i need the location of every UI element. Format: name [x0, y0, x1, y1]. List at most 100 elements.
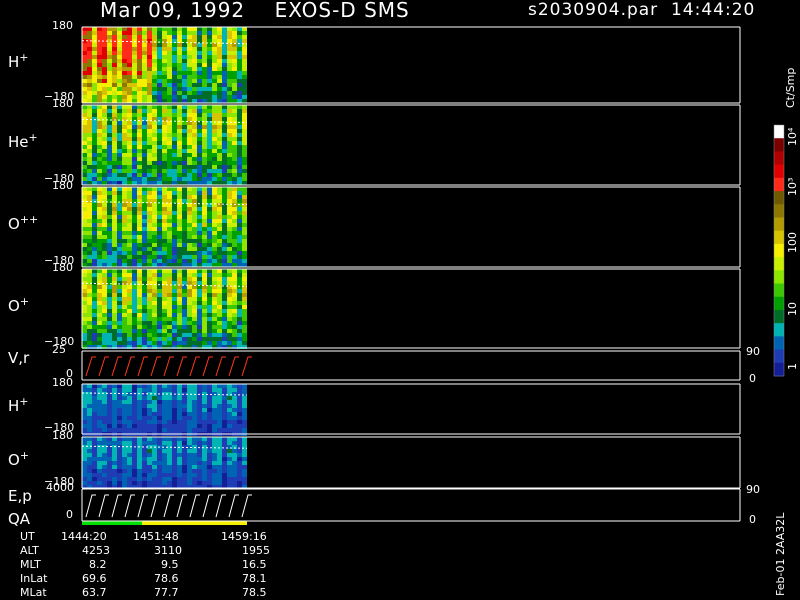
spectrogram-cell — [192, 239, 197, 243]
spectrogram-cell — [92, 223, 97, 227]
spectrogram-cell — [152, 263, 157, 267]
spectrogram-cell — [117, 125, 122, 129]
spectrogram-cell — [82, 165, 87, 169]
spectrogram-cell — [162, 35, 167, 39]
spectrogram-cell — [217, 341, 222, 345]
spectrogram-cell — [97, 269, 102, 273]
spectrogram-cell — [117, 259, 122, 263]
spectrogram-cell — [182, 95, 187, 99]
spectrogram-cell — [212, 449, 217, 453]
spectrogram-cell — [152, 47, 157, 51]
spectrogram-cell — [87, 420, 92, 424]
spectrogram-cell — [242, 199, 247, 203]
spectrogram-cell — [102, 441, 107, 445]
spectrogram-cell — [132, 309, 137, 313]
spectrogram-cell — [132, 121, 137, 125]
spectrogram-cell — [107, 181, 112, 185]
spectrogram-cell — [237, 297, 242, 301]
spectrogram-cell — [242, 83, 247, 87]
spectrogram-cell — [92, 141, 97, 145]
spectrogram-cell — [152, 153, 157, 157]
spectrogram-cell — [87, 305, 92, 309]
spectrogram-cell — [142, 341, 147, 345]
panel-0 — [81, 26, 741, 104]
spectrogram-cell — [152, 465, 157, 469]
spectrogram-cell — [222, 388, 227, 392]
spectrogram-cell — [222, 51, 227, 55]
spectrogram-cell — [132, 95, 137, 99]
spectrogram-cell — [97, 408, 102, 412]
spectrogram-cell — [172, 153, 177, 157]
spectrogram-cell — [197, 388, 202, 392]
spectrogram-cell — [157, 157, 162, 161]
spectrogram-cell — [152, 259, 157, 263]
spectrogram-cell — [117, 473, 122, 477]
spectrogram-cell — [107, 113, 112, 117]
spectrogram-cell — [147, 333, 152, 337]
spectrogram-cell — [157, 341, 162, 345]
spectrogram-cell — [132, 71, 137, 75]
spectrogram-cell — [102, 149, 107, 153]
spectrogram-cell — [97, 157, 102, 161]
spectrogram-cell — [152, 273, 157, 277]
spectrogram-cell — [102, 465, 107, 469]
spectrogram-cell — [192, 79, 197, 83]
spectrogram-cell — [82, 384, 87, 388]
spectrogram-cell — [132, 473, 137, 477]
spectrogram-cell — [97, 424, 102, 428]
spectrogram-cell — [182, 277, 187, 281]
spectrogram-cell — [207, 289, 212, 293]
colorbar-segment — [774, 164, 784, 179]
spectrogram-cell — [157, 187, 162, 191]
spectrogram-cell — [142, 317, 147, 321]
spectrogram-cell — [197, 317, 202, 321]
spectrogram-cell — [212, 437, 217, 441]
spectrogram-cell — [107, 161, 112, 165]
spectrogram-cell — [92, 137, 97, 141]
spectrogram-cell — [207, 161, 212, 165]
spectrogram-cell — [172, 59, 177, 63]
spectrogram-cell — [242, 55, 247, 59]
spectrogram-cell — [97, 329, 102, 333]
spectrogram-cell — [212, 129, 217, 133]
spectrogram-cell — [147, 400, 152, 404]
spectrogram-cell — [207, 177, 212, 181]
spectrogram-cell — [112, 27, 117, 31]
spectrogram-cell — [97, 51, 102, 55]
spectrogram-cell — [212, 289, 217, 293]
spectrogram-cell — [232, 173, 237, 177]
spectrogram-cell — [227, 165, 232, 169]
spectrogram-cell — [232, 420, 237, 424]
spectrogram-cell — [92, 285, 97, 289]
y2-tick-top: 90 — [746, 345, 760, 358]
spectrogram-cell — [217, 27, 222, 31]
spectrogram-cell — [207, 453, 212, 457]
panel-label-charge: + — [19, 51, 29, 64]
spectrogram-cell — [177, 255, 182, 259]
spectrogram-cell — [152, 285, 157, 289]
spectrogram-cell — [202, 404, 207, 408]
spectrogram-cell — [237, 289, 242, 293]
spectrogram-cell — [232, 255, 237, 259]
spectrogram-cell — [222, 95, 227, 99]
spectrogram-cell — [177, 67, 182, 71]
spectrogram-cell — [187, 79, 192, 83]
spectrogram-cell — [137, 437, 142, 441]
spectrogram-cell — [112, 428, 117, 432]
spectrogram-cell — [152, 424, 157, 428]
spectrogram-cell — [242, 79, 247, 83]
title-time: 14:44:20 — [670, 0, 756, 20]
spectrogram-cell — [107, 153, 112, 157]
spectrogram-cell — [227, 329, 232, 333]
spectrogram-cell — [92, 445, 97, 449]
spectrogram-cell — [152, 55, 157, 59]
spectrogram-cell — [207, 235, 212, 239]
spectrogram-cell — [107, 59, 112, 63]
spectrogram-cell — [87, 95, 92, 99]
spectrogram-cell — [197, 420, 202, 424]
spectrogram-cell — [92, 473, 97, 477]
spectrogram-cell — [87, 43, 92, 47]
spectrogram-cell — [157, 79, 162, 83]
spectrogram-cell — [177, 125, 182, 129]
spectrogram-cell — [112, 437, 117, 441]
